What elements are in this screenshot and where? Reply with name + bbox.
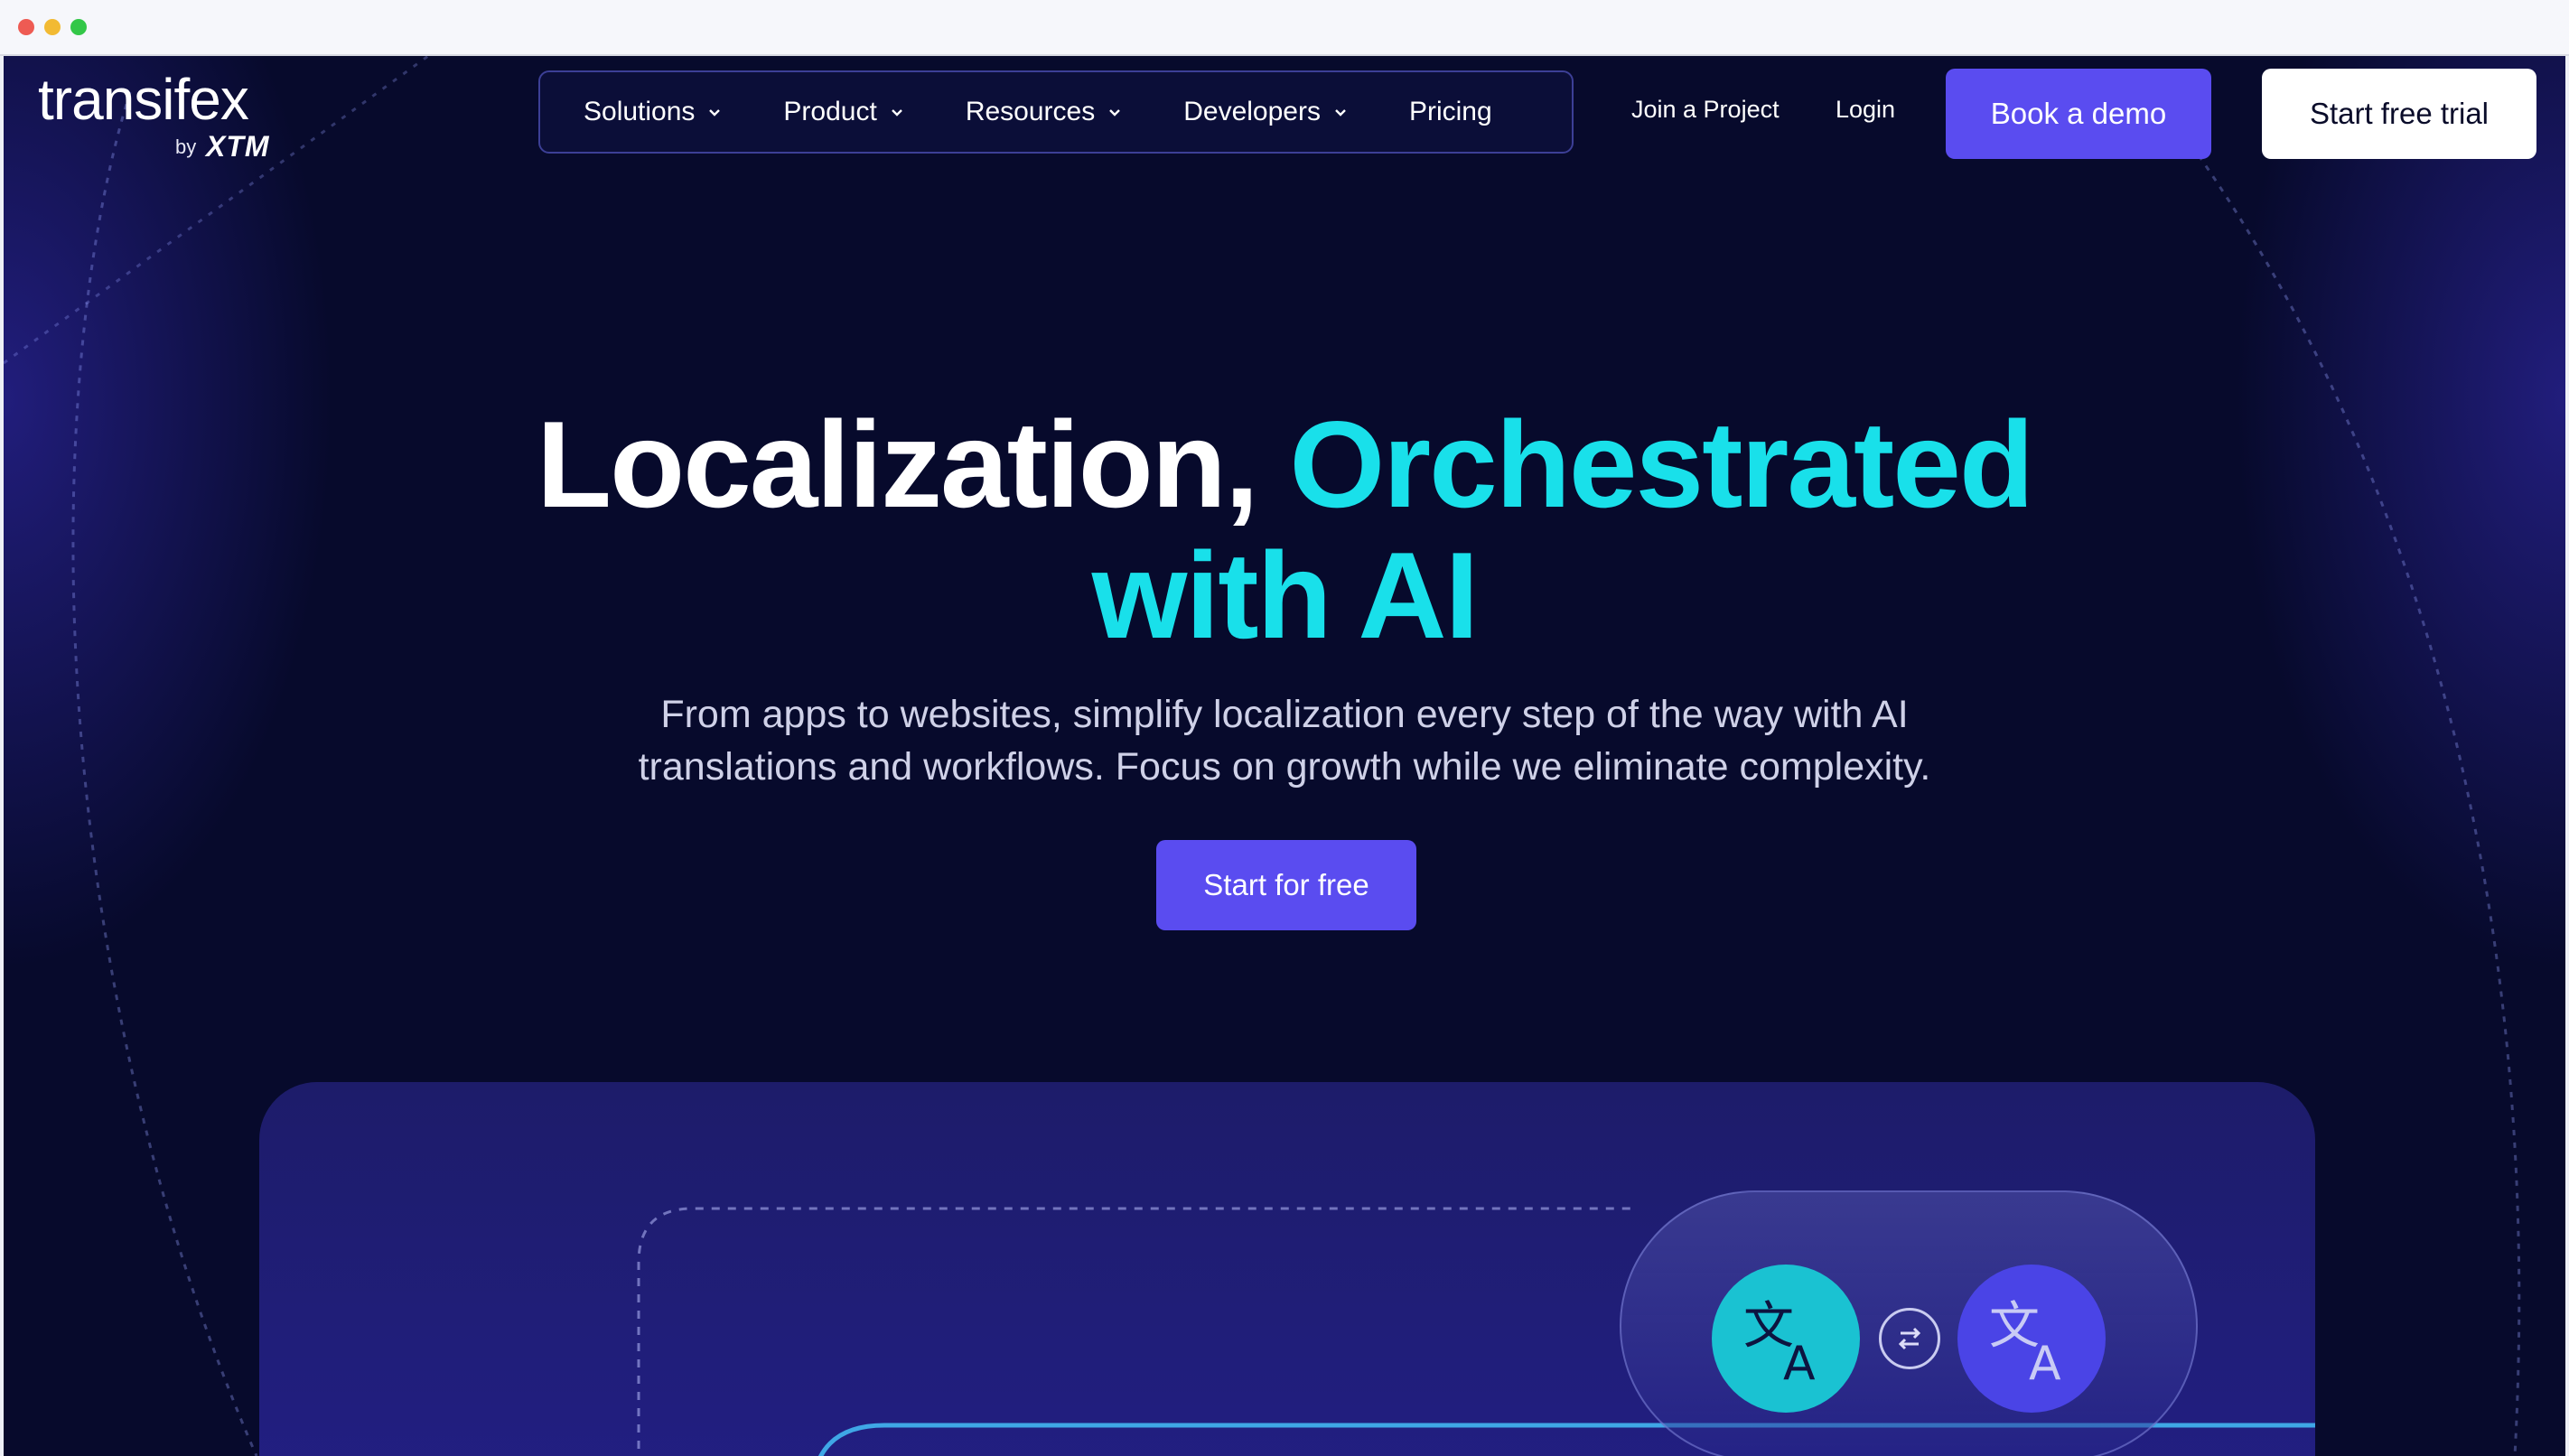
nav-item-resources[interactable]: Resources (966, 97, 1124, 127)
product-visual-panel: 文 A 文 A (259, 1082, 2315, 1456)
translate-icon: 文 A (1743, 1297, 1816, 1388)
chevron-down-icon (1335, 109, 1346, 117)
nav-item-product[interactable]: Product (783, 97, 905, 127)
join-project-link[interactable]: Join a Project (1631, 96, 1780, 124)
nav-item-solutions[interactable]: Solutions (584, 97, 724, 127)
browser-chrome (0, 0, 2569, 56)
svg-text:A: A (2029, 1337, 2061, 1388)
nav-label: Solutions (584, 97, 696, 126)
subtitle-line-2: translations and workflows. Focus on gro… (638, 745, 1931, 789)
logo-by: by (175, 135, 197, 158)
headline-plain: Localization, (537, 396, 1259, 533)
transifex-logo[interactable]: transifex by XTM (38, 67, 269, 163)
login-link[interactable]: Login (1836, 96, 1895, 124)
nav-label: Resources (965, 97, 1096, 126)
nav-label: Pricing (1408, 97, 1492, 126)
swap-icon (1898, 1327, 1921, 1350)
logo-xtm: XTM (206, 130, 270, 163)
translate-icon: 文 A (1989, 1297, 2061, 1388)
target-language-badge: 文 A (1957, 1265, 2106, 1413)
main-nav: Solutions Product Resources Developers P… (538, 70, 1574, 154)
start-free-trial-button[interactable]: Start free trial (2262, 69, 2536, 159)
maximize-window-dot[interactable] (70, 19, 87, 35)
start-for-free-button[interactable]: Start for free (1156, 840, 1416, 930)
minimize-window-dot[interactable] (44, 19, 61, 35)
page-viewport: transifex by XTM Solutions Product Resou… (4, 56, 2565, 1456)
nav-item-developers[interactable]: Developers (1183, 97, 1350, 127)
translation-pill: 文 A 文 A (1620, 1190, 2198, 1456)
chevron-down-icon (709, 109, 721, 117)
book-demo-button[interactable]: Book a demo (1946, 69, 2211, 159)
swap-button[interactable] (1879, 1308, 1940, 1369)
headline-accent-1: Orchestrated (1289, 396, 2034, 533)
chevron-down-icon (891, 109, 902, 117)
hero-headline: Localization, Orchestrated with AI (4, 399, 2565, 661)
nav-label: Developers (1183, 97, 1321, 126)
hero-subtitle: From apps to websites, simplify localiza… (4, 688, 2565, 793)
svg-text:A: A (1783, 1337, 1816, 1388)
headline-accent-2: with AI (1091, 527, 1480, 664)
subtitle-line-1: From apps to websites, simplify localiza… (660, 693, 1909, 736)
close-window-dot[interactable] (18, 19, 34, 35)
nav-item-pricing[interactable]: Pricing (1409, 97, 1492, 127)
source-language-badge: 文 A (1712, 1265, 1860, 1413)
nav-label: Product (783, 97, 877, 126)
chevron-down-icon (1109, 109, 1121, 117)
logo-wordmark: transifex (38, 67, 249, 132)
